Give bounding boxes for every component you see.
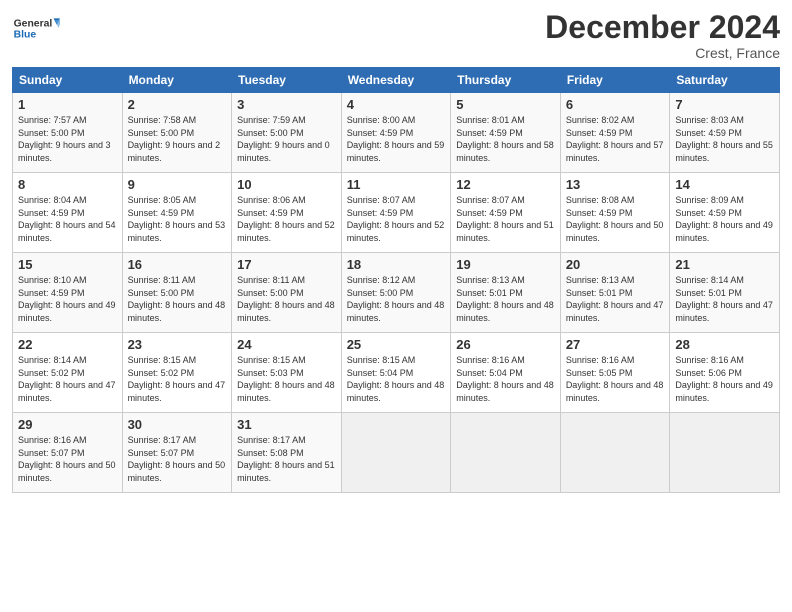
day-cell: 27 Sunrise: 8:16 AMSunset: 5:05 PMDaylig…: [560, 333, 670, 413]
table-row: 22 Sunrise: 8:14 AMSunset: 5:02 PMDaylig…: [13, 333, 780, 413]
day-cell: 26 Sunrise: 8:16 AMSunset: 5:04 PMDaylig…: [451, 333, 561, 413]
day-cell: 25 Sunrise: 8:15 AMSunset: 5:04 PMDaylig…: [341, 333, 451, 413]
empty-cell: [451, 413, 561, 493]
day-cell: 6 Sunrise: 8:02 AMSunset: 4:59 PMDayligh…: [560, 93, 670, 173]
logo: General Blue: [12, 10, 60, 46]
day-cell: 1 Sunrise: 7:57 AMSunset: 5:00 PMDayligh…: [13, 93, 123, 173]
day-cell: 15 Sunrise: 8:10 AMSunset: 4:59 PMDaylig…: [13, 253, 123, 333]
table-row: 1 Sunrise: 7:57 AMSunset: 5:00 PMDayligh…: [13, 93, 780, 173]
col-sunday: Sunday: [13, 68, 123, 93]
calendar-table: Sunday Monday Tuesday Wednesday Thursday…: [12, 67, 780, 493]
day-cell: 29 Sunrise: 8:16 AMSunset: 5:07 PMDaylig…: [13, 413, 123, 493]
table-row: 8 Sunrise: 8:04 AMSunset: 4:59 PMDayligh…: [13, 173, 780, 253]
month-title: December 2024: [545, 10, 780, 45]
col-thursday: Thursday: [451, 68, 561, 93]
col-monday: Monday: [122, 68, 232, 93]
day-cell: 19 Sunrise: 8:13 AMSunset: 5:01 PMDaylig…: [451, 253, 561, 333]
header: General Blue December 2024 Crest, France: [12, 10, 780, 61]
title-area: December 2024 Crest, France: [545, 10, 780, 61]
day-cell: 31 Sunrise: 8:17 AMSunset: 5:08 PMDaylig…: [232, 413, 342, 493]
day-cell: 18 Sunrise: 8:12 AMSunset: 5:00 PMDaylig…: [341, 253, 451, 333]
col-friday: Friday: [560, 68, 670, 93]
day-cell: 9 Sunrise: 8:05 AMSunset: 4:59 PMDayligh…: [122, 173, 232, 253]
day-cell: 11 Sunrise: 8:07 AMSunset: 4:59 PMDaylig…: [341, 173, 451, 253]
col-wednesday: Wednesday: [341, 68, 451, 93]
day-cell: 13 Sunrise: 8:08 AMSunset: 4:59 PMDaylig…: [560, 173, 670, 253]
day-cell: 28 Sunrise: 8:16 AMSunset: 5:06 PMDaylig…: [670, 333, 780, 413]
table-row: 29 Sunrise: 8:16 AMSunset: 5:07 PMDaylig…: [13, 413, 780, 493]
day-cell: 24 Sunrise: 8:15 AMSunset: 5:03 PMDaylig…: [232, 333, 342, 413]
day-cell: 8 Sunrise: 8:04 AMSunset: 4:59 PMDayligh…: [13, 173, 123, 253]
day-cell: 12 Sunrise: 8:07 AMSunset: 4:59 PMDaylig…: [451, 173, 561, 253]
day-cell: 20 Sunrise: 8:13 AMSunset: 5:01 PMDaylig…: [560, 253, 670, 333]
day-cell: 5 Sunrise: 8:01 AMSunset: 4:59 PMDayligh…: [451, 93, 561, 173]
day-cell: 21 Sunrise: 8:14 AMSunset: 5:01 PMDaylig…: [670, 253, 780, 333]
day-cell: 4 Sunrise: 8:00 AMSunset: 4:59 PMDayligh…: [341, 93, 451, 173]
day-cell: 16 Sunrise: 8:11 AMSunset: 5:00 PMDaylig…: [122, 253, 232, 333]
table-row: 15 Sunrise: 8:10 AMSunset: 4:59 PMDaylig…: [13, 253, 780, 333]
empty-cell: [560, 413, 670, 493]
day-cell: 3 Sunrise: 7:59 AMSunset: 5:00 PMDayligh…: [232, 93, 342, 173]
col-saturday: Saturday: [670, 68, 780, 93]
day-cell: 2 Sunrise: 7:58 AMSunset: 5:00 PMDayligh…: [122, 93, 232, 173]
day-cell: 30 Sunrise: 8:17 AMSunset: 5:07 PMDaylig…: [122, 413, 232, 493]
svg-text:General: General: [14, 18, 53, 29]
empty-cell: [670, 413, 780, 493]
day-cell: 23 Sunrise: 8:15 AMSunset: 5:02 PMDaylig…: [122, 333, 232, 413]
day-cell: 7 Sunrise: 8:03 AMSunset: 4:59 PMDayligh…: [670, 93, 780, 173]
svg-text:Blue: Blue: [14, 30, 37, 41]
empty-cell: [341, 413, 451, 493]
day-cell: 22 Sunrise: 8:14 AMSunset: 5:02 PMDaylig…: [13, 333, 123, 413]
col-tuesday: Tuesday: [232, 68, 342, 93]
day-cell: 17 Sunrise: 8:11 AMSunset: 5:00 PMDaylig…: [232, 253, 342, 333]
day-cell: 10 Sunrise: 8:06 AMSunset: 4:59 PMDaylig…: [232, 173, 342, 253]
day-cell: 14 Sunrise: 8:09 AMSunset: 4:59 PMDaylig…: [670, 173, 780, 253]
location: Crest, France: [545, 45, 780, 61]
calendar-container: General Blue December 2024 Crest, France…: [0, 0, 792, 501]
logo-icon: General Blue: [12, 10, 60, 46]
